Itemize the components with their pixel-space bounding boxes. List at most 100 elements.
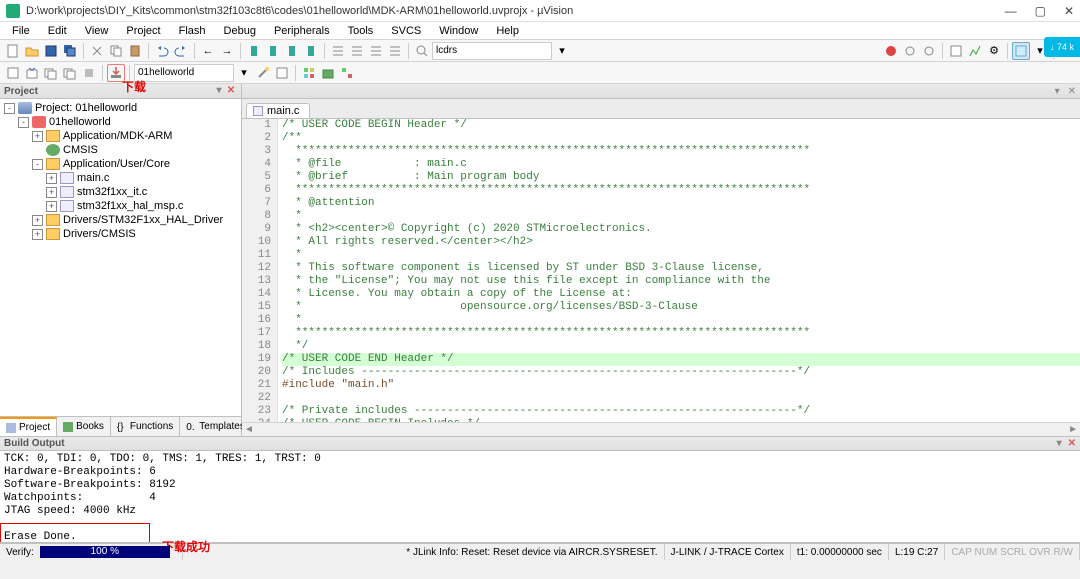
tree-item[interactable]: - Application/User/Core (0, 157, 241, 171)
nav-forward-icon[interactable]: → (218, 42, 236, 60)
expand-icon[interactable]: - (4, 103, 15, 114)
undo-icon[interactable] (153, 42, 171, 60)
window-icon[interactable] (947, 42, 965, 60)
pack-installer-icon[interactable] (319, 64, 337, 82)
c-icon (60, 200, 74, 212)
expand-icon[interactable]: - (32, 159, 43, 170)
expand-icon[interactable] (32, 145, 43, 156)
save-icon[interactable] (42, 42, 60, 60)
tree-item[interactable]: +Application/MDK-ARM (0, 129, 241, 143)
translate-icon[interactable] (4, 64, 22, 82)
tree-item[interactable]: - 01helloworld (0, 115, 241, 129)
menubar: File Edit View Project Flash Debug Perip… (0, 22, 1080, 40)
find-dropdown-icon[interactable]: ▾ (553, 42, 571, 60)
expand-icon[interactable]: - (18, 117, 29, 128)
menu-flash[interactable]: Flash (171, 24, 214, 38)
manage-icon[interactable] (300, 64, 318, 82)
find-icon[interactable] (413, 42, 431, 60)
tab-main-c[interactable]: main.c (246, 103, 310, 118)
outdent-icon[interactable] (348, 42, 366, 60)
tree-item[interactable]: +stm32f1xx_it.c (0, 185, 241, 199)
analyzer-icon[interactable] (966, 42, 984, 60)
copy-icon[interactable] (107, 42, 125, 60)
menu-view[interactable]: View (77, 24, 117, 38)
build-output[interactable]: TCK: 0, TDI: 0, TDO: 0, TMS: 1, TRES: 1,… (0, 451, 1080, 543)
save-all-icon[interactable] (61, 42, 79, 60)
menu-file[interactable]: File (4, 24, 38, 38)
cut-icon[interactable] (88, 42, 106, 60)
code-editor[interactable]: 1 2 3 4 5 6 7 8 9 10 11 12 13 14 15 16 1… (242, 119, 1080, 422)
options-icon[interactable] (254, 64, 272, 82)
expand-icon[interactable]: + (32, 131, 43, 142)
menu-project[interactable]: Project (118, 24, 168, 38)
fld-icon (46, 158, 60, 170)
nav-back-icon[interactable]: ← (199, 42, 217, 60)
expand-icon[interactable]: + (46, 187, 57, 198)
bookmark-clear-icon[interactable] (302, 42, 320, 60)
menu-tools[interactable]: Tools (340, 24, 382, 38)
indent-icon[interactable] (329, 42, 347, 60)
target-dropdown-icon[interactable]: ▾ (235, 64, 253, 82)
uncomment-icon[interactable] (386, 42, 404, 60)
panel-close-icon[interactable]: ✕ (225, 85, 237, 97)
bookmark-toggle-icon[interactable] (245, 42, 263, 60)
new-file-icon[interactable] (4, 42, 22, 60)
rebuild-icon[interactable] (42, 64, 60, 82)
breakpoint-icon[interactable] (901, 42, 919, 60)
view-dropdown-icon[interactable] (1012, 42, 1030, 60)
menu-window[interactable]: Window (431, 24, 486, 38)
redo-icon[interactable] (172, 42, 190, 60)
maximize-button[interactable]: ▢ (1035, 4, 1046, 18)
manage-rte-icon[interactable] (338, 64, 356, 82)
bookmark-prev-icon[interactable] (264, 42, 282, 60)
file-icon (253, 106, 263, 116)
tree-label: 01helloworld (49, 116, 111, 128)
menu-peripherals[interactable]: Peripherals (266, 24, 338, 38)
paste-icon[interactable] (126, 42, 144, 60)
tgt-icon (32, 116, 46, 128)
tree-item[interactable]: +main.c (0, 171, 241, 185)
project-tree[interactable]: -Project: 01helloworld-01helloworld+Appl… (0, 99, 241, 416)
window-title: D:\work\projects\DIY_Kits\common\stm32f1… (26, 5, 1005, 17)
tree-label: Application/User/Core (63, 158, 170, 170)
bookmark-next-icon[interactable] (283, 42, 301, 60)
stop-build-icon[interactable] (80, 64, 98, 82)
tree-item[interactable]: -Project: 01helloworld (0, 101, 241, 115)
code-area[interactable]: /* USER CODE BEGIN Header */ /** *******… (278, 119, 1080, 422)
expand-icon[interactable]: + (32, 229, 43, 240)
menu-help[interactable]: Help (488, 24, 527, 38)
editor-close-icon[interactable]: ✕ (1068, 86, 1076, 97)
menu-debug[interactable]: Debug (216, 24, 264, 38)
tree-item[interactable]: CMSIS (0, 143, 241, 157)
download-icon[interactable] (107, 64, 125, 82)
main-toolbar: ← → ▾ ⚙ ▾ (0, 40, 1080, 62)
target-select[interactable] (134, 64, 234, 82)
comment-icon[interactable] (367, 42, 385, 60)
tab-project[interactable]: Project (0, 417, 57, 436)
tab-functions[interactable]: {}Functions (111, 417, 180, 436)
tree-item[interactable]: +stm32f1xx_hal_msp.c (0, 199, 241, 213)
file-ext-icon[interactable] (273, 64, 291, 82)
build-icon[interactable] (23, 64, 41, 82)
tree-item[interactable]: +Drivers/CMSIS (0, 227, 241, 241)
open-icon[interactable] (23, 42, 41, 60)
tools-icon[interactable]: ⚙ (985, 42, 1003, 60)
menu-edit[interactable]: Edit (40, 24, 75, 38)
expand-icon[interactable]: + (32, 215, 43, 226)
batch-build-icon[interactable] (61, 64, 79, 82)
insert-breakpoint-icon[interactable] (920, 42, 938, 60)
editor-hscrollbar[interactable]: ◄► (242, 422, 1080, 436)
tree-item[interactable]: +Drivers/STM32F1xx_HAL_Driver (0, 213, 241, 227)
pin-icon[interactable]: ▾ (213, 85, 225, 97)
find-input[interactable] (432, 42, 552, 60)
tab-books[interactable]: Books (57, 417, 111, 436)
debug-icon[interactable] (882, 42, 900, 60)
build-pin-icon[interactable]: ▾ (1057, 438, 1062, 449)
menu-svcs[interactable]: SVCS (383, 24, 429, 38)
close-button[interactable]: ✕ (1064, 4, 1074, 18)
expand-icon[interactable]: + (46, 201, 57, 212)
build-close-icon[interactable]: ✕ (1068, 438, 1076, 449)
editor-pin-icon[interactable]: ▾ (1055, 86, 1060, 97)
expand-icon[interactable]: + (46, 173, 57, 184)
minimize-button[interactable]: ― (1005, 4, 1017, 18)
